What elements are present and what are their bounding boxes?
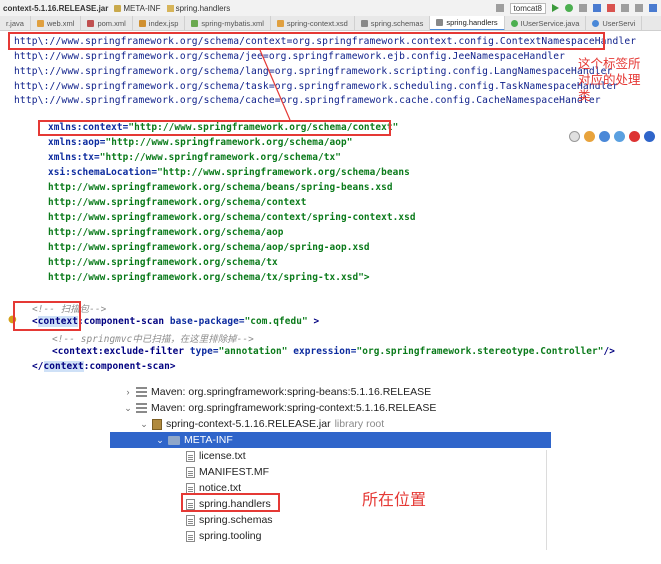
connector-arrow-line — [259, 49, 291, 121]
chevron-right-icon[interactable]: › — [124, 384, 132, 400]
tree-item-spring-context[interactable]: ⌄ Maven: org.springframework:spring-cont… — [124, 400, 436, 416]
annotation-file-location: 所在位置 — [362, 490, 427, 509]
jar-icon — [152, 418, 162, 430]
tree-file-spring-schemas[interactable]: spring.schemas — [186, 512, 273, 528]
properties-file-icon — [186, 514, 195, 526]
tree-item-context-jar[interactable]: ⌄ spring-context-5.1.16.RELEASE.jar libr… — [140, 416, 384, 432]
chevron-down-icon[interactable]: ⌄ — [140, 416, 148, 432]
highlight-box-tree-file — [181, 493, 280, 512]
chevron-down-icon[interactable]: ⌄ — [156, 432, 164, 448]
text-file-icon — [186, 530, 195, 542]
project-tree: › Maven: org.springframework:spring-bean… — [110, 380, 555, 564]
folder-icon — [168, 435, 180, 445]
tree-divider — [546, 450, 547, 550]
text-file-icon — [186, 466, 195, 478]
library-icon — [136, 387, 147, 397]
tree-file-manifest[interactable]: MANIFEST.MF — [186, 464, 269, 480]
tree-file-license[interactable]: license.txt — [186, 448, 246, 464]
tree-item-meta-inf[interactable]: ⌄ META-INF — [110, 432, 551, 448]
tree-file-spring-tooling[interactable]: spring.tooling — [186, 528, 261, 544]
text-file-icon — [186, 482, 195, 494]
text-file-icon — [186, 450, 195, 462]
library-icon — [136, 403, 147, 413]
chevron-down-icon[interactable]: ⌄ — [124, 400, 132, 416]
tree-item-spring-beans[interactable]: › Maven: org.springframework:spring-bean… — [124, 384, 432, 400]
